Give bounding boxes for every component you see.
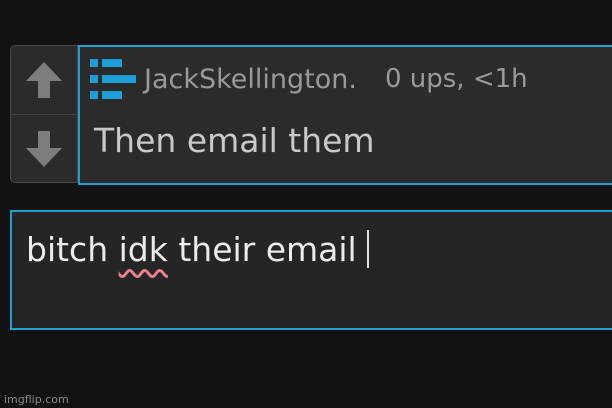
comment-text: Then email them (94, 121, 375, 160)
reply-text-before: bitch (26, 230, 119, 269)
arrow-up-icon (26, 62, 62, 98)
comment-header: JackSkellington. 0 ups, <1h (88, 57, 528, 101)
reply-input-value: bitch idk their email (26, 229, 369, 271)
vote-column (10, 45, 78, 183)
watermark: imgflip.com (4, 393, 69, 406)
comment-meta: 0 ups, <1h (384, 64, 528, 94)
misspelled-word[interactable]: idk (119, 230, 168, 269)
user-avatar-icon[interactable] (88, 57, 138, 101)
arrow-down-icon (26, 131, 62, 167)
downvote-button[interactable] (11, 115, 77, 183)
text-caret (366, 229, 369, 268)
comment-body: JackSkellington. 0 ups, <1h Then email t… (78, 45, 612, 185)
upvote-button[interactable] (11, 46, 77, 115)
comment-username[interactable]: JackSkellington. (144, 64, 357, 95)
reply-text-after: their email (167, 230, 357, 269)
reply-input[interactable]: bitch idk their email (10, 210, 612, 330)
comment-card: JackSkellington. 0 ups, <1h Then email t… (10, 45, 612, 185)
